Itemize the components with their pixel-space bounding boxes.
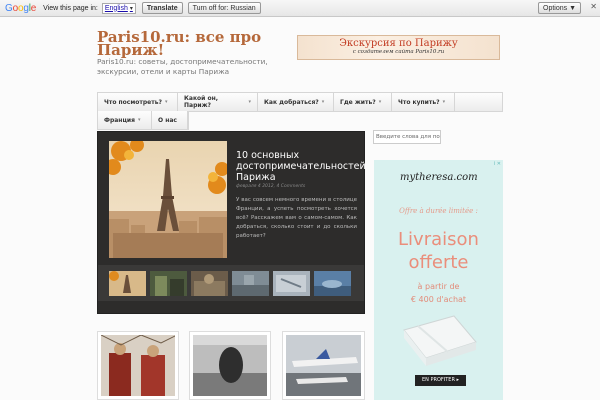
chevron-down-icon: ▾ [321, 99, 325, 105]
chevron-down-icon: ▾ [129, 5, 133, 12]
featured-slider: 10 основных достопримечательностей Париж… [97, 131, 366, 314]
slider-thumb[interactable] [314, 270, 351, 296]
ad-logo: mytheresa.com [400, 172, 478, 183]
chevron-down-icon: ▾ [164, 99, 168, 105]
google-logo: Google [5, 2, 37, 14]
chevron-down-icon: ▾ [137, 117, 141, 123]
language-value: English [104, 4, 128, 12]
site-description: Paris10.ru: советы, достопримечательност… [97, 57, 268, 76]
translate-prompt: View this page in: [43, 4, 98, 12]
chevron-down-icon: ▾ [378, 99, 382, 105]
ad-headline: Livraison offerte [398, 229, 479, 273]
options-button[interactable]: Options ▼ [538, 2, 581, 14]
main-nav: Что посмотреть? ▾ Какой он, Париж? ▾ Как д… [97, 92, 503, 112]
ad-subtext: à partir de € 400 d'achat [410, 282, 467, 304]
nav-item-how-to-get[interactable]: Как добраться? ▾ [258, 93, 334, 111]
secondary-nav: Франция ▾ О нас [97, 111, 189, 130]
ad-offer-text: Offre à durée limitée : [399, 207, 478, 215]
featured-title[interactable]: 10 основных достопримечательностей Париж… [236, 150, 366, 183]
nav-item-about[interactable]: О нас [152, 111, 188, 129]
ad-cta-button[interactable]: EN PROFITER ▸ [415, 375, 466, 386]
featured-meta: февраля 4 2012, 4 Comments [236, 184, 306, 189]
site-title[interactable]: Paris10.ru: все про Париж! [97, 30, 267, 58]
slider-thumb[interactable] [109, 270, 146, 296]
featured-excerpt: У вас совсем немного времени в столице Ф… [236, 197, 357, 239]
nav-item-where-to-stay[interactable]: Где жить? ▾ [334, 93, 392, 111]
search-input[interactable]: Введите слова для по [373, 130, 441, 144]
slider-thumb[interactable] [150, 270, 187, 296]
advertisement[interactable]: i ✕ mytheresa.com Offre à durée limitée … [374, 160, 503, 400]
post-thumbnail[interactable] [97, 331, 179, 400]
ad-info-icon[interactable]: i ✕ [494, 161, 501, 167]
slider-thumb[interactable] [191, 270, 228, 296]
nav-item-what-is-paris[interactable]: Какой он, Париж? ▾ [178, 93, 258, 111]
chevron-down-icon: ▾ [248, 99, 251, 105]
post-thumbnail[interactable] [189, 331, 271, 400]
banner-title: Экскурсия по Парижу [339, 38, 458, 49]
slider-thumb[interactable] [273, 270, 310, 296]
featured-image-eiffel[interactable] [109, 141, 227, 258]
banner-subtitle: с создателем сайта Paris10.ru [352, 49, 445, 55]
slider-thumbnails [98, 265, 364, 301]
turn-off-button[interactable]: Turn off for: Russian [187, 2, 261, 14]
slider-thumb[interactable] [232, 270, 269, 296]
close-icon[interactable]: ✕ [590, 2, 597, 11]
translate-button[interactable]: Translate [141, 2, 183, 14]
nav-item-what-to-see[interactable]: Что посмотреть? ▾ [98, 93, 178, 111]
excursion-banner[interactable]: Экскурсия по Парижу с создателем сайта P… [297, 35, 500, 60]
nav-item-france[interactable]: Франция ▾ [98, 111, 152, 129]
nav-item-what-to-buy[interactable]: Что купить? ▾ [392, 93, 455, 111]
gift-box-image [403, 315, 477, 366]
language-select[interactable]: English ▾ [101, 2, 136, 14]
post-thumbnail[interactable] [282, 331, 365, 400]
translate-bar: Google View this page in: English ▾ Tran… [0, 0, 600, 17]
chevron-down-icon: ▾ [442, 99, 446, 105]
